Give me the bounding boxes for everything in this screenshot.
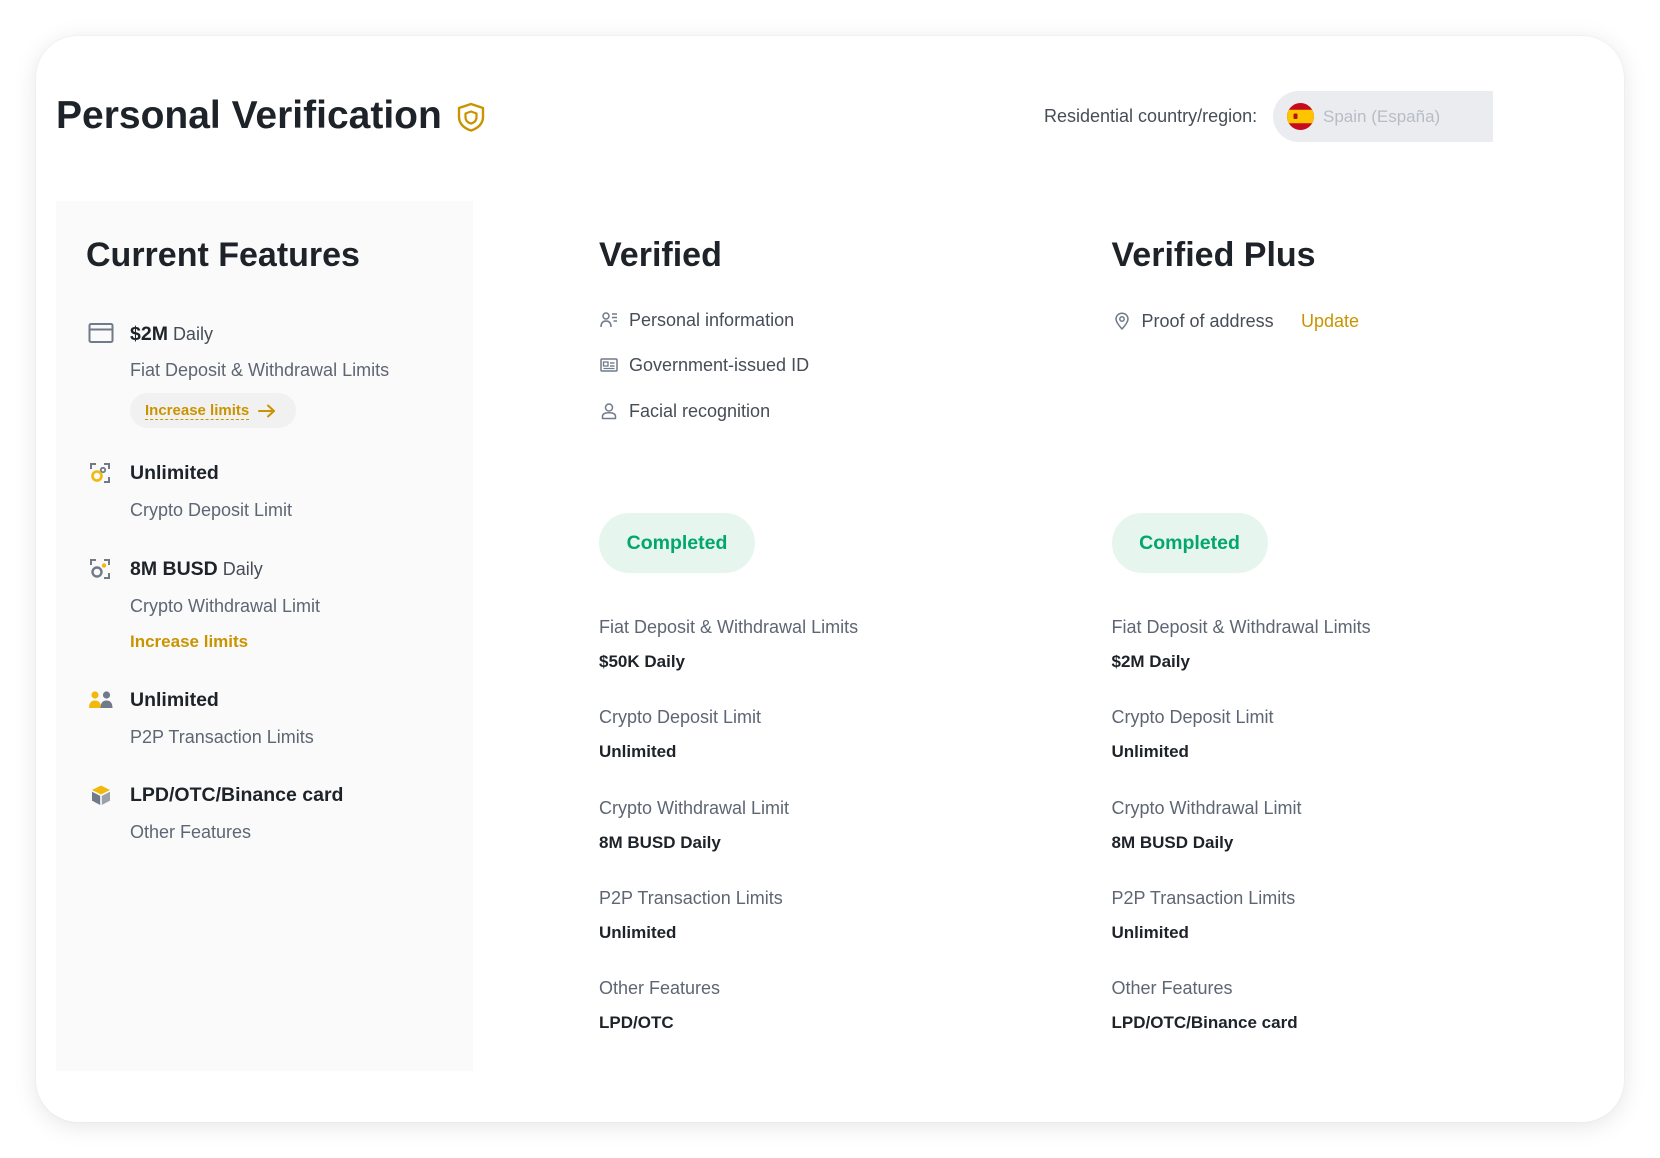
limit-value: $2M Daily <box>1111 652 1190 671</box>
limit-label: Other Features <box>1111 978 1233 999</box>
requirement-label: Government-issued ID <box>629 355 810 376</box>
card-icon <box>88 322 114 344</box>
feature-label: Fiat Deposit & Withdrawal Limits <box>130 359 390 380</box>
shield-icon <box>457 102 485 132</box>
status-badge: Completed <box>599 513 755 573</box>
increase-crypto-limits-link[interactable]: Increase limits <box>130 631 248 653</box>
limit-row: Fiat Deposit & Withdrawal Limits $50K Da… <box>599 616 1059 706</box>
feature-value: $2M Daily <box>130 321 213 349</box>
increase-fiat-limits-button[interactable]: Increase limits <box>130 393 296 428</box>
limit-value: $50K Daily <box>599 652 685 671</box>
face-icon <box>600 402 618 420</box>
feature-label: Other Features <box>130 822 252 842</box>
crypto-withdrawal-icon <box>88 558 114 580</box>
personal-info-icon <box>600 311 618 329</box>
limit-label: Fiat Deposit & Withdrawal Limits <box>599 617 859 637</box>
limit-label: Fiat Deposit & Withdrawal Limits <box>1111 617 1371 637</box>
limit-value: Unlimited <box>599 922 677 942</box>
limit-row: Crypto Withdrawal Limit 8M BUSD Daily <box>1112 797 1572 887</box>
requirement-item: Proof of address Update <box>1112 310 1572 332</box>
limit-label: P2P Transaction Limits <box>1111 887 1296 908</box>
verification-card: Personal Verification Residential countr… <box>36 36 1624 1122</box>
limit-row: Fiat Deposit & Withdrawal Limits $2M Dai… <box>1112 616 1572 706</box>
feature-value-amount: $2M <box>130 322 168 345</box>
feature-value-amount: 8M BUSD <box>130 557 218 580</box>
limit-value: Unlimited <box>1111 922 1189 942</box>
limit-value: LPD/OTC <box>599 1013 674 1033</box>
crypto-deposit-icon <box>88 462 114 484</box>
requirement-label: Proof of address <box>1141 310 1274 331</box>
requirement-item: Facial recognition <box>599 400 1059 422</box>
status-badge: Completed <box>1111 513 1268 573</box>
limit-label: Other Features <box>599 978 721 999</box>
feature-value: 8M BUSD Daily <box>130 556 263 584</box>
limit-row: Crypto Deposit Limit Unlimited <box>599 706 1059 796</box>
requirement-label: Personal information <box>629 309 795 330</box>
limit-row: Crypto Deposit Limit Unlimited <box>1112 706 1572 796</box>
level-title: Verified <box>599 236 722 274</box>
requirement-label: Facial recognition <box>629 400 771 421</box>
current-features-title: Current Features <box>86 236 360 274</box>
users-icon <box>88 689 114 711</box>
feature-value: Unlimited <box>130 460 219 488</box>
limit-value: Unlimited <box>599 742 677 762</box>
location-pin-icon <box>1113 312 1131 330</box>
requirement-item: Personal information <box>599 309 1059 331</box>
update-address-link[interactable]: Update <box>1301 310 1359 332</box>
feature-value: Unlimited <box>130 687 219 715</box>
limit-row: P2P Transaction Limits Unlimited <box>1112 887 1572 977</box>
limit-label: P2P Transaction Limits <box>599 887 783 908</box>
box-icon <box>88 784 114 806</box>
current-features-panel: Current Features $2M Daily Fiat Deposit &… <box>56 201 473 1071</box>
limit-label: Crypto Withdrawal Limit <box>599 797 790 818</box>
verified-level-column: Verified Personal information Government… <box>599 36 1069 1122</box>
feature-value: LPD/OTC/Binance card <box>130 782 343 810</box>
id-card-icon <box>600 356 618 374</box>
page-title: Personal Verification <box>56 94 442 137</box>
limit-row: P2P Transaction Limits Unlimited <box>599 887 1059 977</box>
level-title: Verified Plus <box>1111 236 1316 274</box>
limits-list: Fiat Deposit & Withdrawal Limits $50K Da… <box>599 616 1059 1067</box>
feature-label: Crypto Deposit Limit <box>130 500 293 520</box>
feature-value-unit: Daily <box>172 323 213 344</box>
limit-value: Unlimited <box>1111 742 1189 762</box>
limit-label: Crypto Withdrawal Limit <box>1111 797 1302 818</box>
increase-limits-label: Increase limits <box>145 401 250 420</box>
feature-label: P2P Transaction Limits <box>130 726 314 747</box>
feature-label: Crypto Withdrawal Limit <box>130 595 321 616</box>
feature-value-unit: Daily <box>222 558 263 579</box>
limit-value: 8M BUSD Daily <box>1111 832 1234 852</box>
feature-value-amount: LPD/OTC/Binance card <box>130 784 344 806</box>
verified-plus-level-column: Verified Plus Proof of address Update Co… <box>1111 36 1582 1122</box>
limit-label: Crypto Deposit Limit <box>1111 707 1274 728</box>
limit-row: Other Features LPD/OTC/Binance card <box>1112 977 1572 1067</box>
feature-value-amount: Unlimited <box>130 462 219 484</box>
limit-row: Other Features LPD/OTC <box>599 977 1059 1067</box>
limit-value: 8M BUSD Daily <box>599 832 721 852</box>
requirement-item: Government-issued ID <box>599 354 1059 376</box>
limit-row: Crypto Withdrawal Limit 8M BUSD Daily <box>599 797 1059 887</box>
limit-value: LPD/OTC/Binance card <box>1111 1013 1298 1033</box>
limit-label: Crypto Deposit Limit <box>599 707 762 728</box>
feature-value-amount: Unlimited <box>130 688 219 711</box>
arrow-right-icon <box>258 404 276 417</box>
limits-list: Fiat Deposit & Withdrawal Limits $2M Dai… <box>1112 616 1572 1067</box>
